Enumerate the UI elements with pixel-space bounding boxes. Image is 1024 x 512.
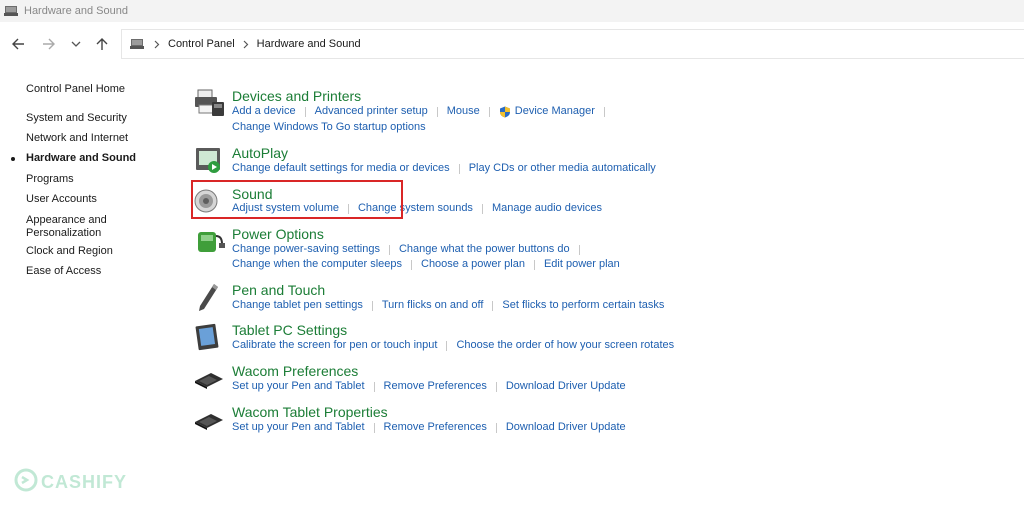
download-driver-update-link[interactable]: Download Driver Update — [506, 421, 626, 434]
link-divider — [373, 381, 375, 392]
link-divider — [578, 244, 580, 255]
cashify-logo-icon — [14, 468, 38, 497]
manage-audio-devices-link[interactable]: Manage audio devices — [492, 202, 602, 215]
screen-rotation-order-link[interactable]: Choose the order of how your screen rota… — [456, 339, 674, 352]
sidebar-item-user-accounts[interactable]: User Accounts — [26, 193, 97, 206]
category-links: Calibrate the screen for pen or touch in… — [232, 339, 674, 352]
link-divider — [371, 300, 373, 311]
set-up-pen-tablet-link[interactable]: Set up your Pen and Tablet — [232, 421, 365, 434]
breadcrumb-hardware-and-sound[interactable]: Hardware and Sound — [257, 38, 361, 50]
remove-preferences-link[interactable]: Remove Preferences — [384, 380, 487, 393]
arrow-left-icon[interactable] — [10, 36, 26, 52]
tablet-icon — [192, 322, 226, 354]
category-title[interactable]: AutoPlay — [232, 145, 288, 161]
mouse-link[interactable]: Mouse — [447, 105, 480, 118]
change-tablet-pen-settings-link[interactable]: Change tablet pen settings — [232, 299, 363, 312]
link-divider — [436, 106, 438, 117]
chevron-right-icon — [154, 39, 160, 49]
link-divider — [411, 259, 412, 270]
category-title[interactable]: Devices and Printers — [232, 88, 361, 104]
watermark-text: CASHIFY — [41, 472, 128, 492]
breadcrumb-control-panel[interactable]: Control Panel — [168, 38, 235, 50]
active-bullet — [11, 157, 15, 161]
category-title[interactable]: Tablet PC Settings — [232, 322, 347, 338]
windows-to-go-startup-link[interactable]: Change Windows To Go startup options — [232, 121, 426, 134]
category-title[interactable]: Power Options — [232, 226, 324, 242]
category-links: Change Windows To Go startup options — [232, 121, 426, 134]
download-driver-update-link[interactable]: Download Driver Update — [506, 380, 626, 393]
set-flicks-tasks-link[interactable]: Set flicks to perform certain tasks — [502, 299, 664, 312]
sidebar-item-hardware-and-sound[interactable]: Hardware and Sound — [26, 152, 136, 165]
chevron-right-icon — [243, 39, 249, 49]
advanced-printer-setup-link[interactable]: Advanced printer setup — [315, 105, 428, 118]
category-links: Change power-saving settings Change what… — [232, 243, 589, 256]
title-bar: Hardware and Sound — [0, 0, 1024, 22]
printer-icon — [192, 88, 226, 120]
control-panel-icon — [130, 37, 146, 51]
change-power-saving-settings-link[interactable]: Change power-saving settings — [232, 243, 380, 256]
category-links: Change default settings for media or dev… — [232, 162, 656, 175]
change-when-computer-sleeps-link[interactable]: Change when the computer sleeps — [232, 258, 402, 271]
category-links: Set up your Pen and Tablet Remove Prefer… — [232, 421, 626, 434]
link-divider — [533, 259, 535, 270]
sound-highlight-box — [191, 180, 403, 219]
control-panel-home-link[interactable]: Control Panel Home — [26, 83, 125, 95]
category-title[interactable]: Pen and Touch — [232, 282, 325, 298]
change-power-buttons-link[interactable]: Change what the power buttons do — [399, 243, 570, 256]
pen-icon — [192, 282, 226, 314]
link-divider — [495, 422, 497, 433]
chevron-down-icon[interactable] — [68, 36, 84, 52]
link-divider — [488, 106, 490, 117]
choose-power-plan-link[interactable]: Choose a power plan — [421, 258, 525, 271]
category-title[interactable]: Wacom Preferences — [232, 363, 358, 379]
watermark: CASHIFY — [14, 468, 127, 497]
link-divider — [492, 300, 494, 311]
link-divider — [458, 163, 460, 174]
add-a-device-link[interactable]: Add a device — [232, 105, 296, 118]
device-manager-link[interactable]: Device Manager — [515, 105, 595, 118]
category-links: Set up your Pen and Tablet Remove Prefer… — [232, 380, 626, 393]
sidebar-item-ease-of-access[interactable]: Ease of Access — [26, 265, 101, 278]
link-divider — [304, 106, 306, 117]
link-divider — [603, 106, 605, 117]
turn-flicks-on-off-link[interactable]: Turn flicks on and off — [382, 299, 484, 312]
category-title[interactable]: Wacom Tablet Properties — [232, 404, 388, 420]
link-divider — [388, 244, 390, 255]
category-links: Add a device Advanced printer setup Mous… — [232, 105, 614, 118]
wacom-tablet-icon — [192, 363, 226, 395]
category-links: Change when the computer sleeps Choose a… — [232, 258, 620, 271]
wacom-tablet-icon — [192, 404, 226, 436]
remove-preferences-link[interactable]: Remove Preferences — [384, 421, 487, 434]
change-default-media-settings-link[interactable]: Change default settings for media or dev… — [232, 162, 450, 175]
sidebar-item-clock-and-region[interactable]: Clock and Region — [26, 245, 113, 258]
edit-power-plan-link[interactable]: Edit power plan — [544, 258, 620, 271]
address-bar[interactable]: Control Panel Hardware and Sound — [121, 29, 1024, 59]
set-up-pen-tablet-link[interactable]: Set up your Pen and Tablet — [232, 380, 365, 393]
control-panel-icon — [4, 4, 18, 18]
arrow-up-icon[interactable] — [94, 36, 110, 52]
play-cds-automatically-link[interactable]: Play CDs or other media automatically — [469, 162, 656, 175]
sidebar-item-programs[interactable]: Programs — [26, 173, 74, 186]
link-divider — [495, 381, 497, 392]
sidebar-item-system-and-security[interactable]: System and Security — [26, 112, 127, 125]
category-links: Change tablet pen settings Turn flicks o… — [232, 299, 664, 312]
power-options-icon — [192, 226, 226, 258]
calibrate-screen-link[interactable]: Calibrate the screen for pen or touch in… — [232, 339, 437, 352]
link-divider — [446, 340, 448, 351]
link-divider — [373, 422, 375, 433]
window-title: Hardware and Sound — [24, 5, 128, 17]
sidebar-item-network-and-internet[interactable]: Network and Internet — [26, 132, 128, 145]
sidebar-item-appearance-and-personalization[interactable]: Appearance and Personalization — [26, 214, 107, 240]
navigation-bar: Control Panel Hardware and Sound — [0, 28, 1024, 62]
link-divider — [481, 203, 483, 214]
autoplay-icon — [192, 145, 226, 177]
arrow-right-icon[interactable] — [40, 36, 56, 52]
shield-icon — [499, 106, 511, 118]
